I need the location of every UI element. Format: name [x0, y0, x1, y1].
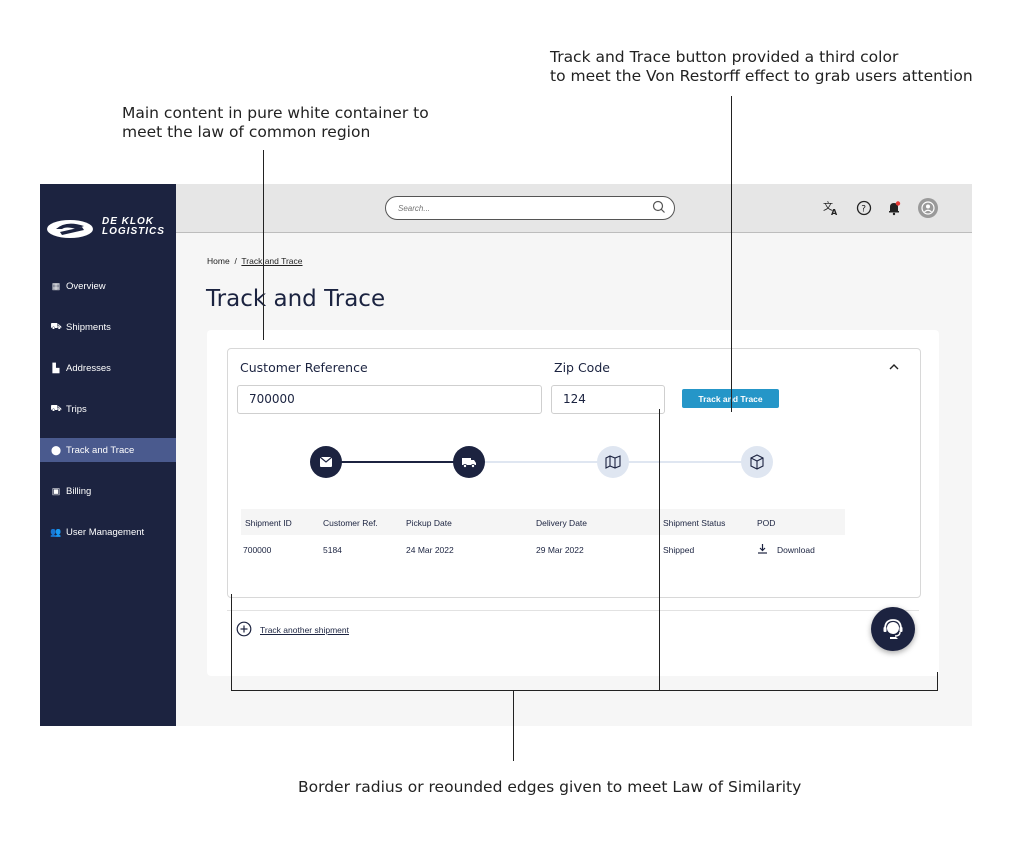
top-bar: 文 A ? [176, 184, 972, 233]
search-icon[interactable] [652, 200, 666, 214]
cell-delivery-date: 29 Mar 2022 [536, 545, 584, 555]
location-pin-icon: ⬤ [50, 444, 62, 455]
zip-code-field [551, 385, 666, 414]
cell-shipment-status: Shipped [663, 545, 695, 555]
sidebar-item-billing[interactable]: ▣ Billing [40, 479, 176, 503]
column-header-shipment-status: Shipment Status [663, 518, 726, 528]
step-truck [453, 446, 485, 478]
annotation-common-region: Main content in pure white container to … [122, 104, 429, 141]
truck-icon [462, 458, 476, 468]
brand-subtitle: LOGISTICS [102, 226, 165, 237]
svg-text:A: A [831, 208, 838, 216]
truck-icon: ⛟ [50, 403, 62, 413]
sidebar-item-user-management[interactable]: 👥 User Management [40, 520, 176, 544]
column-header-delivery-date: Delivery Date [536, 518, 588, 528]
sidebar-item-label: Billing [66, 485, 92, 497]
annotation-bracket-middle [659, 409, 660, 690]
annotation-line-common-region [263, 150, 264, 340]
cell-shipment-id: 700000 [243, 545, 272, 555]
annotation-line-von-restorff [731, 96, 732, 412]
avatar[interactable] [918, 198, 938, 218]
users-icon: 👥 [50, 526, 62, 537]
truck-icon: ⛟ [50, 321, 62, 331]
progress-connector-done [341, 461, 471, 463]
brand-logo: DE KLOK LOGISTICS [46, 214, 174, 242]
step-mail [310, 446, 342, 478]
track-another-shipment-link[interactable]: Track another shipment [260, 625, 349, 635]
breadcrumb-current[interactable]: Track and Trace [241, 256, 302, 266]
annotation-bracket-left [231, 594, 232, 690]
track-panel: Customer Reference Zip Code Track and Tr… [227, 348, 921, 598]
step-package [741, 446, 773, 478]
cell-customer-ref: 5184 [323, 545, 342, 555]
customer-reference-field [237, 385, 542, 414]
column-header-pickup-date: Pickup Date [406, 518, 452, 528]
customer-reference-label: Customer Reference [240, 360, 368, 375]
download-link[interactable]: Download [777, 545, 815, 555]
annotation-von-restorff: Track and Trace button provided a third … [550, 48, 973, 85]
mail-icon [319, 456, 333, 467]
column-header-shipment-id: Shipment ID [245, 518, 292, 528]
user-icon [921, 201, 935, 215]
sidebar-item-label: Trips [66, 403, 87, 415]
customer-reference-input[interactable] [247, 391, 524, 407]
annotation-bracket-right [937, 672, 938, 690]
sidebar-item-overview[interactable]: ▦ Overview [40, 274, 176, 298]
support-chat-button[interactable] [871, 607, 915, 651]
sidebar-item-shipments[interactable]: ⛟ Shipments [40, 315, 176, 339]
zip-code-input[interactable] [561, 391, 666, 407]
building-icon: ▙ [52, 362, 60, 373]
zip-code-label: Zip Code [554, 360, 610, 375]
search-box [385, 196, 675, 220]
annotation-bracket-bottom [231, 690, 938, 691]
support-agent-icon [883, 619, 903, 639]
grid-icon: ▦ [51, 280, 61, 291]
app-window: DE KLOK LOGISTICS ▦ Overview ⛟ Shipments… [40, 184, 972, 726]
cell-pickup-date: 24 Mar 2022 [406, 545, 454, 555]
sidebar-item-label: Overview [66, 280, 106, 292]
column-header-pod: POD [757, 518, 776, 528]
bell-icon[interactable] [886, 200, 902, 216]
divider [227, 610, 919, 611]
sidebar-item-label: Addresses [66, 362, 111, 374]
sidebar-item-track-and-trace[interactable]: ⬤ Track and Trace [40, 438, 176, 462]
annotation-similarity: Border radius or reounded edges given to… [298, 778, 802, 796]
logo-icon [47, 220, 93, 238]
chevron-up-icon[interactable] [888, 361, 900, 373]
billing-icon: ▣ [51, 485, 61, 496]
column-header-customer-ref: Customer Ref. [323, 518, 378, 528]
help-icon[interactable]: ? [856, 200, 872, 216]
step-map [597, 446, 629, 478]
page-title: Track and Trace [206, 286, 386, 312]
svg-text:?: ? [861, 205, 866, 215]
annotation-line-similarity [513, 690, 514, 761]
add-circle-icon[interactable] [236, 621, 252, 637]
breadcrumb-home[interactable]: Home [207, 256, 230, 266]
package-icon [750, 454, 764, 470]
main-card: Customer Reference Zip Code Track and Tr… [207, 330, 939, 676]
breadcrumb: Home / Track and Trace [207, 256, 303, 266]
map-icon [605, 455, 621, 469]
sidebar: DE KLOK LOGISTICS ▦ Overview ⛟ Shipments… [40, 184, 176, 726]
sidebar-item-label: User Management [66, 526, 145, 538]
sidebar-item-addresses[interactable]: ▙ Addresses [40, 356, 176, 380]
sidebar-item-label: Track and Trace [66, 444, 135, 456]
search-input[interactable] [396, 200, 640, 217]
translate-icon[interactable]: 文 A [823, 200, 839, 216]
sidebar-item-label: Shipments [66, 321, 111, 333]
download-icon[interactable] [757, 543, 768, 554]
sidebar-item-trips[interactable]: ⛟ Trips [40, 397, 176, 421]
